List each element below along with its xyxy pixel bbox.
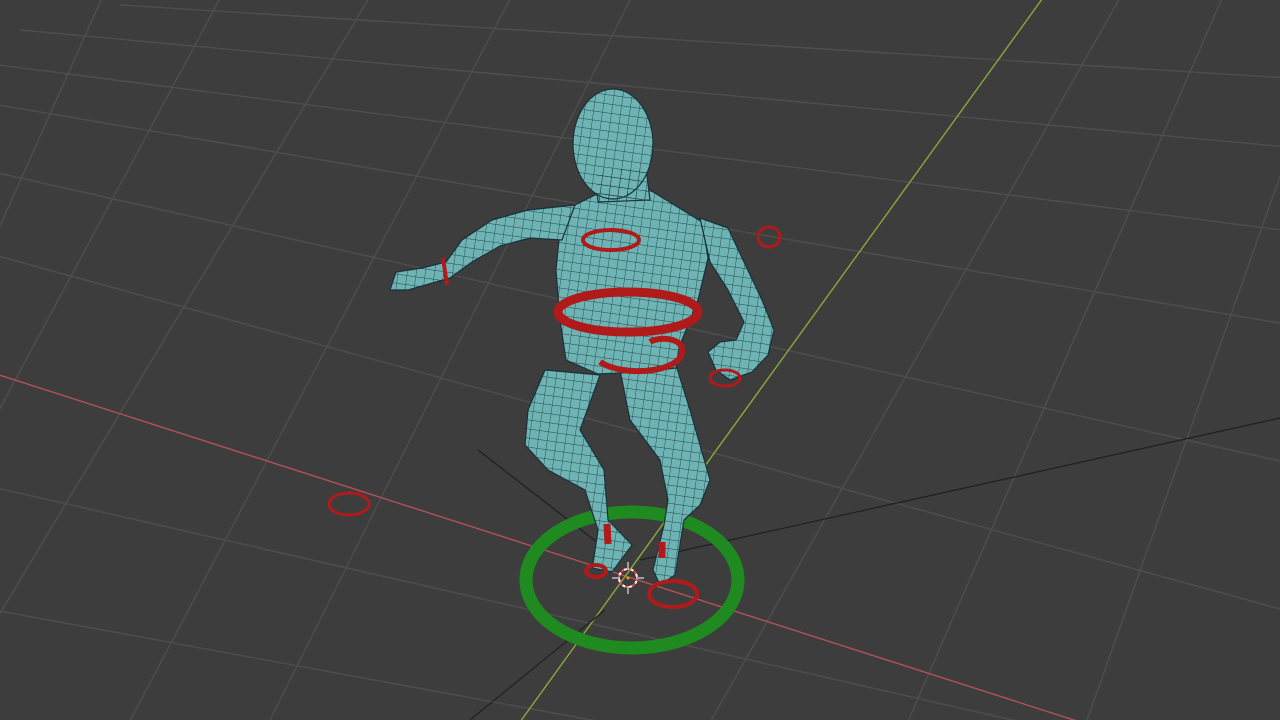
viewport-canvas[interactable] <box>0 0 1280 720</box>
foot-control-left[interactable] <box>603 523 612 545</box>
3d-viewport[interactable] <box>0 0 1280 720</box>
